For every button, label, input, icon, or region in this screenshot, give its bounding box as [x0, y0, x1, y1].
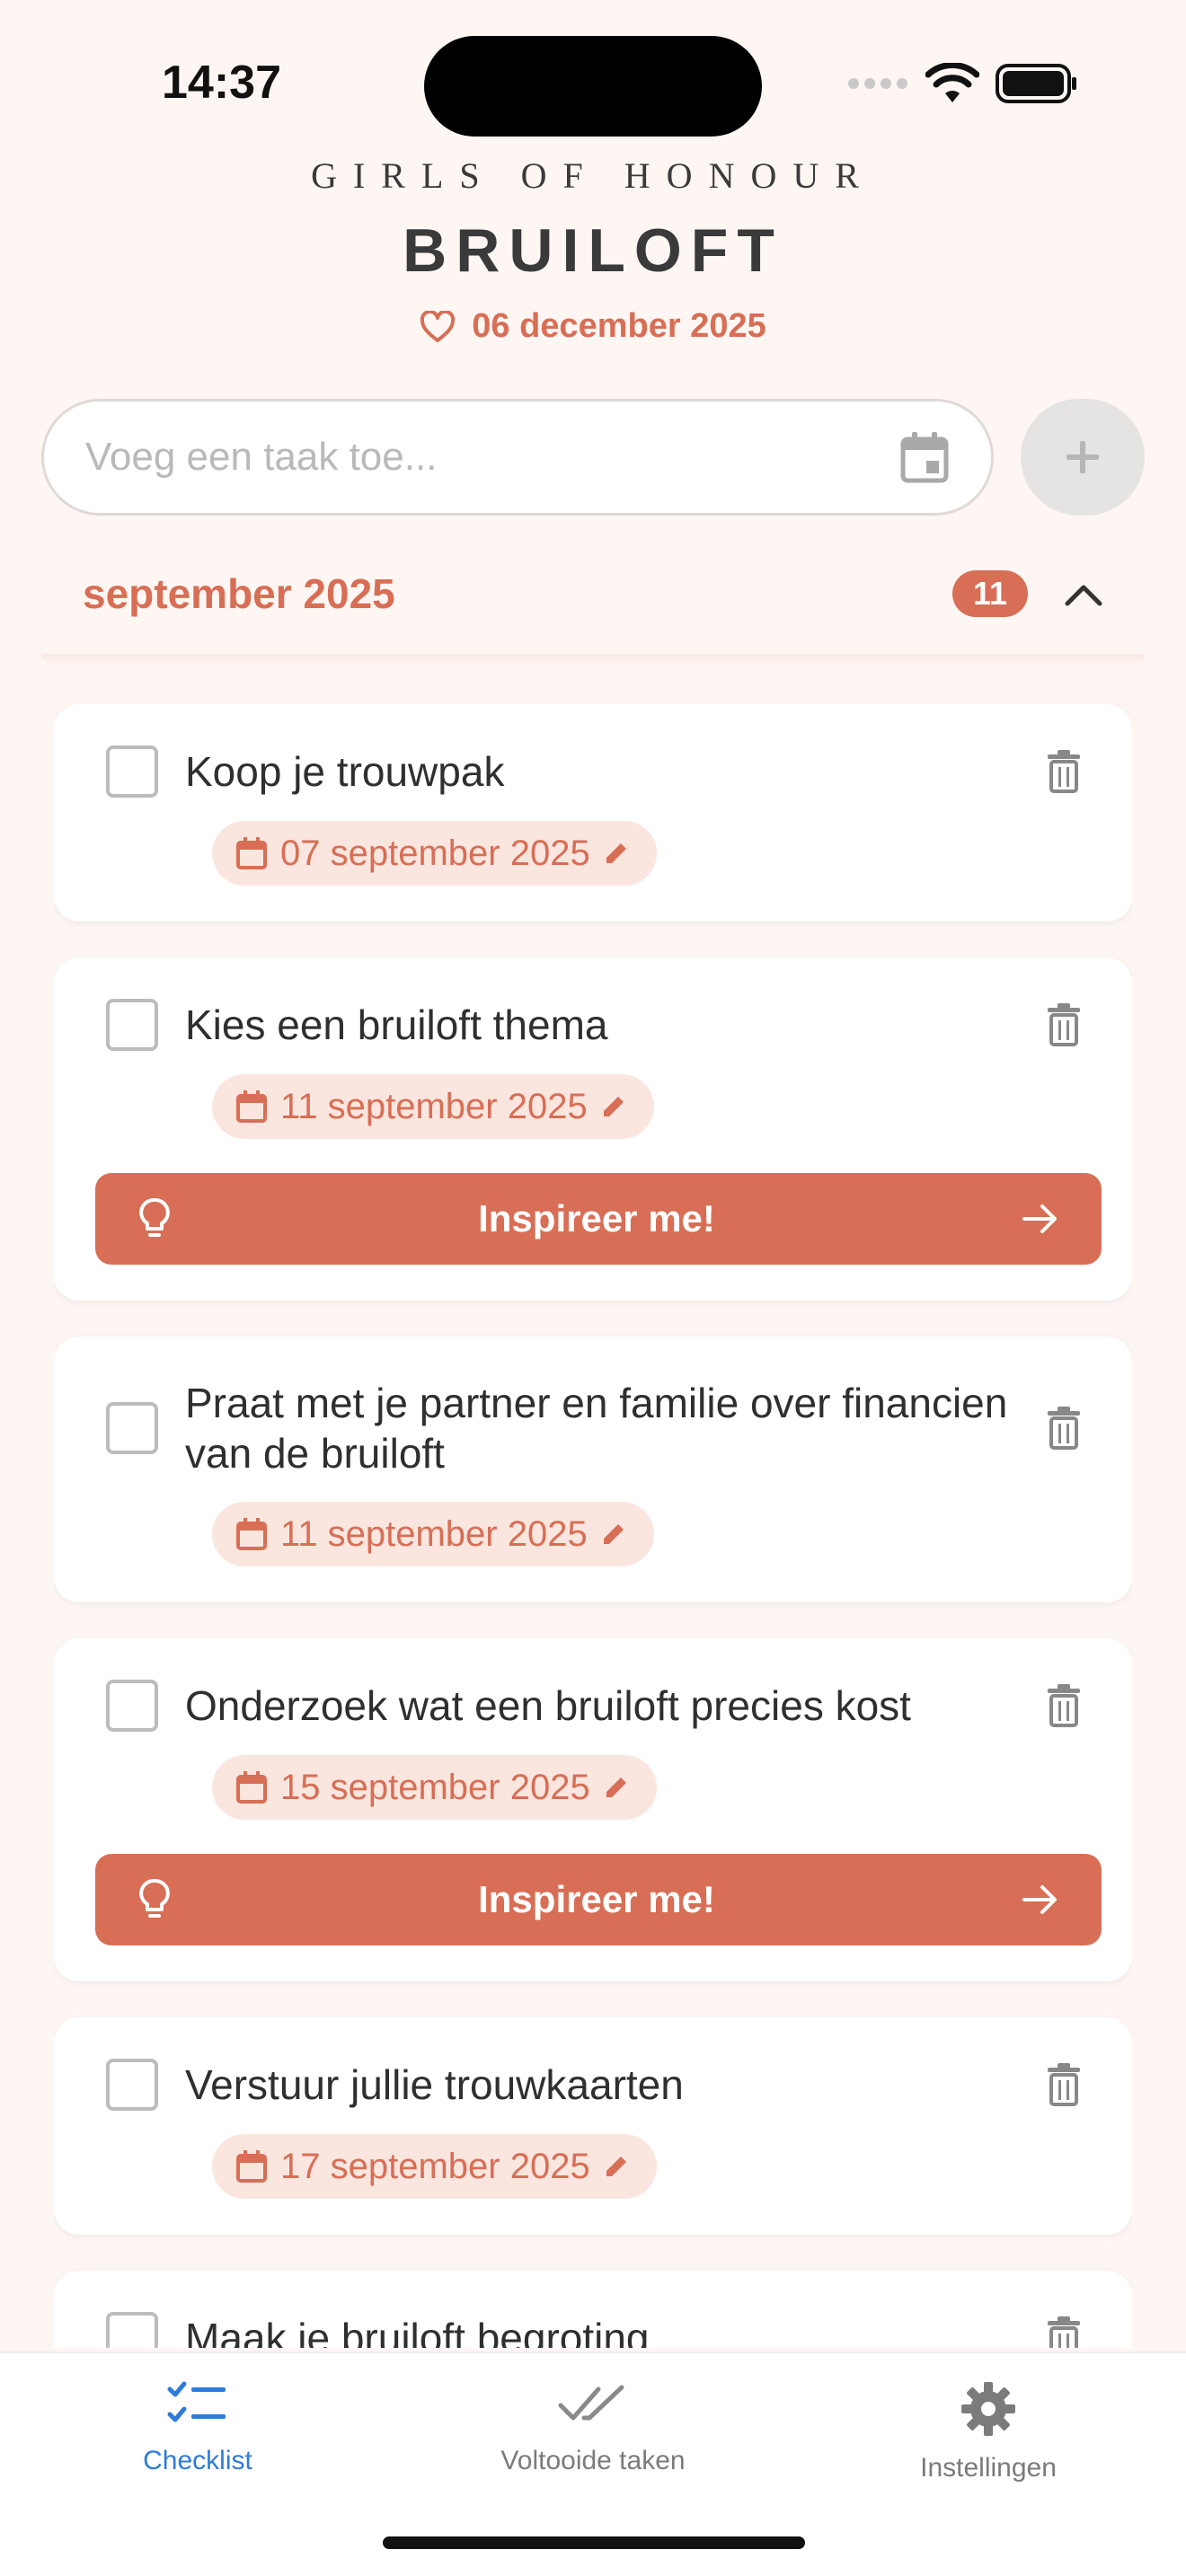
task-date-chip[interactable]: 11 september 2025 [212, 1074, 654, 1139]
lightbulb-icon [139, 1879, 170, 1918]
page-title: BRUILOFT [403, 216, 783, 285]
trash-icon[interactable] [1046, 2062, 1082, 2107]
task-date: 15 september 2025 [280, 1767, 590, 1807]
task-checkbox[interactable] [106, 745, 158, 798]
month-label: september 2025 [83, 570, 395, 617]
task-card: Maak je bruiloft begroting [54, 2271, 1132, 2348]
heart-icon [420, 310, 456, 342]
task-list: Koop je trouwpak 07 september 2025 Kies … [54, 704, 1132, 2348]
trash-icon[interactable] [1046, 1683, 1082, 1728]
task-card: Kies een bruiloft thema 11 september 202… [54, 957, 1132, 1301]
trash-icon[interactable] [1046, 749, 1082, 794]
gear-icon [961, 2382, 1015, 2436]
task-date-chip[interactable]: 17 september 2025 [212, 2134, 657, 2199]
add-task-field [41, 399, 994, 516]
calendar-icon [236, 1518, 267, 1550]
battery-icon [996, 64, 1076, 103]
task-checkbox[interactable] [106, 999, 158, 1051]
wedding-date: 06 december 2025 [0, 307, 1186, 346]
dynamic-island [424, 36, 762, 137]
inspire-me-button[interactable]: Inspireer me! [95, 1173, 1102, 1265]
brand-logo-text: GIRLS OF HONOUR [311, 155, 875, 196]
task-title: Kies een bruiloft thema [185, 1001, 608, 1048]
tab-completed-tasks[interactable]: Voltooide taken [458, 2380, 728, 2476]
pencil-icon [606, 843, 626, 863]
calendar-icon [236, 2150, 267, 2183]
task-title: Koop je trouwpak [185, 748, 505, 795]
plus-icon [1067, 441, 1099, 473]
task-count-badge: 11 [952, 570, 1028, 617]
lightbulb-icon [139, 1198, 170, 1237]
wifi-icon [925, 63, 979, 102]
section-divider [41, 654, 1145, 666]
add-task-input[interactable] [85, 435, 899, 480]
calendar-icon [236, 837, 267, 869]
task-title: Verstuur jullie trouwkaarten [185, 2061, 684, 2108]
cellular-icon [848, 78, 907, 89]
trash-icon[interactable] [1046, 1002, 1082, 1047]
calendar-picker-icon[interactable] [899, 430, 950, 484]
task-title: Maak je bruiloft begroting [185, 2315, 650, 2348]
task-date-chip[interactable]: 15 september 2025 [212, 1755, 657, 1820]
calendar-icon [236, 1771, 267, 1804]
task-checkbox[interactable] [106, 1680, 158, 1732]
pencil-icon [603, 1097, 624, 1116]
calendar-icon [236, 1090, 267, 1123]
task-title: Onderzoek wat een bruiloft precies kost [185, 1682, 911, 1729]
task-card: Koop je trouwpak 07 september 2025 [54, 704, 1132, 922]
inspire-label: Inspireer me! [478, 1878, 715, 1920]
arrow-right-icon [1022, 1885, 1057, 1914]
task-card: Onderzoek wat een bruiloft precies kost … [54, 1638, 1132, 1981]
task-date-chip[interactable]: 11 september 2025 [212, 1502, 654, 1566]
inspire-me-button[interactable]: Inspireer me! [95, 1854, 1102, 1945]
task-date: 11 september 2025 [280, 1513, 588, 1554]
task-date: 11 september 2025 [280, 1086, 588, 1126]
task-checkbox[interactable] [106, 2312, 158, 2348]
task-title: Praat met je partner en familie over fin… [185, 1380, 1008, 1477]
tab-checklist[interactable]: Checklist [63, 2380, 332, 2476]
month-section-header[interactable]: september 2025 11 [83, 562, 1103, 625]
wedding-date-text: 06 december 2025 [472, 307, 766, 345]
task-card: Verstuur jullie trouwkaarten 17 septembe… [54, 2017, 1132, 2235]
trash-icon[interactable] [1046, 2316, 1082, 2348]
tab-label: Voltooide taken [500, 2446, 686, 2475]
tab-label: Checklist [143, 2446, 252, 2475]
pencil-icon [606, 1778, 626, 1797]
add-task-button[interactable] [1021, 399, 1145, 516]
arrow-right-icon [1022, 1204, 1057, 1233]
pencil-icon [606, 2157, 626, 2176]
task-date: 07 september 2025 [280, 833, 590, 873]
task-date: 17 september 2025 [280, 2146, 590, 2186]
inspire-label: Inspireer me! [478, 1197, 715, 1239]
status-icons [846, 63, 1078, 104]
tab-settings[interactable]: Instellingen [854, 2380, 1123, 2483]
task-checkbox[interactable] [106, 1402, 158, 1454]
task-card: Praat met je partner en familie over fin… [54, 1337, 1132, 1602]
trash-icon[interactable] [1046, 1406, 1082, 1451]
pencil-icon [603, 1524, 624, 1544]
app-screen: 14:37 GIRLS OF HONOUR BRUILOFT 06 decemb… [0, 0, 1186, 2576]
task-checkbox[interactable] [106, 2059, 158, 2111]
checklist-icon [167, 2381, 226, 2422]
chevron-up-icon[interactable] [1064, 580, 1103, 607]
double-check-icon [558, 2385, 624, 2421]
status-time: 14:37 [162, 57, 281, 109]
home-indicator [383, 2536, 805, 2549]
tab-label: Instellingen [920, 2453, 1057, 2483]
task-date-chip[interactable]: 07 september 2025 [212, 821, 657, 886]
